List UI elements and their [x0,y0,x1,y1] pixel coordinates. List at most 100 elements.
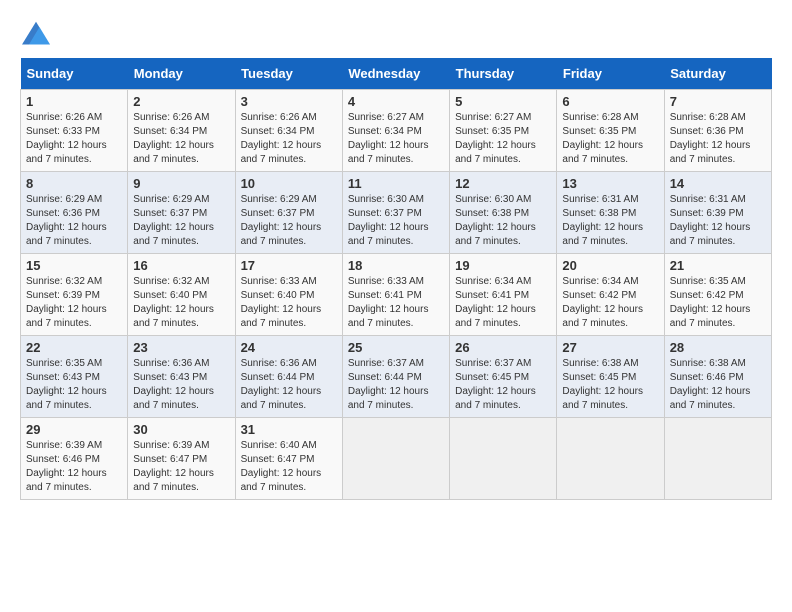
day-info: Sunrise: 6:30 AMSunset: 6:38 PMDaylight:… [455,194,536,247]
day-number: 11 [348,176,444,191]
calendar-table: SundayMondayTuesdayWednesdayThursdayFrid… [20,58,772,500]
calendar-cell [557,418,664,500]
day-info: Sunrise: 6:31 AMSunset: 6:39 PMDaylight:… [670,194,751,247]
day-info: Sunrise: 6:29 AMSunset: 6:36 PMDaylight:… [26,194,107,247]
day-info: Sunrise: 6:31 AMSunset: 6:38 PMDaylight:… [562,194,643,247]
day-info: Sunrise: 6:38 AMSunset: 6:45 PMDaylight:… [562,358,643,411]
day-number: 23 [133,340,229,355]
calendar-cell: 16 Sunrise: 6:32 AMSunset: 6:40 PMDayligh… [128,254,235,336]
header-cell-tuesday: Tuesday [235,58,342,90]
day-info: Sunrise: 6:39 AMSunset: 6:46 PMDaylight:… [26,440,107,493]
calendar-cell: 24 Sunrise: 6:36 AMSunset: 6:44 PMDayligh… [235,336,342,418]
day-number: 29 [26,422,122,437]
calendar-week-5: 29 Sunrise: 6:39 AMSunset: 6:46 PMDayligh… [21,418,772,500]
day-number: 25 [348,340,444,355]
calendar-cell: 31 Sunrise: 6:40 AMSunset: 6:47 PMDayligh… [235,418,342,500]
calendar-cell: 30 Sunrise: 6:39 AMSunset: 6:47 PMDayligh… [128,418,235,500]
day-info: Sunrise: 6:37 AMSunset: 6:45 PMDaylight:… [455,358,536,411]
calendar-cell: 21 Sunrise: 6:35 AMSunset: 6:42 PMDayligh… [664,254,771,336]
calendar-cell: 23 Sunrise: 6:36 AMSunset: 6:43 PMDayligh… [128,336,235,418]
calendar-cell: 10 Sunrise: 6:29 AMSunset: 6:37 PMDayligh… [235,172,342,254]
day-number: 26 [455,340,551,355]
day-info: Sunrise: 6:34 AMSunset: 6:41 PMDaylight:… [455,276,536,329]
calendar-cell: 22 Sunrise: 6:35 AMSunset: 6:43 PMDayligh… [21,336,128,418]
day-number: 17 [241,258,337,273]
day-info: Sunrise: 6:27 AMSunset: 6:35 PMDaylight:… [455,112,536,165]
day-number: 13 [562,176,658,191]
day-info: Sunrise: 6:39 AMSunset: 6:47 PMDaylight:… [133,440,214,493]
calendar-cell: 7Sunrise: 6:28 AMSunset: 6:36 PMDaylight… [664,90,771,172]
calendar-cell: 2Sunrise: 6:26 AMSunset: 6:34 PMDaylight… [128,90,235,172]
day-info: Sunrise: 6:32 AMSunset: 6:40 PMDaylight:… [133,276,214,329]
header-cell-friday: Friday [557,58,664,90]
calendar-cell: 27 Sunrise: 6:38 AMSunset: 6:45 PMDayligh… [557,336,664,418]
day-number: 12 [455,176,551,191]
calendar-cell: 12 Sunrise: 6:30 AMSunset: 6:38 PMDayligh… [450,172,557,254]
day-number: 16 [133,258,229,273]
day-info: Sunrise: 6:30 AMSunset: 6:37 PMDaylight:… [348,194,429,247]
day-number: 31 [241,422,337,437]
day-info: Sunrise: 6:35 AMSunset: 6:42 PMDaylight:… [670,276,751,329]
day-number: 21 [670,258,766,273]
calendar-cell: 19Sunrise: 6:34 AMSunset: 6:41 PMDayligh… [450,254,557,336]
day-info: Sunrise: 6:29 AMSunset: 6:37 PMDaylight:… [241,194,322,247]
header-cell-thursday: Thursday [450,58,557,90]
calendar-week-3: 15Sunrise: 6:32 AMSunset: 6:39 PMDayligh… [21,254,772,336]
calendar-cell: 5 Sunrise: 6:27 AMSunset: 6:35 PMDaylight… [450,90,557,172]
calendar-cell: 9 Sunrise: 6:29 AMSunset: 6:37 PMDaylight… [128,172,235,254]
day-info: Sunrise: 6:40 AMSunset: 6:47 PMDaylight:… [241,440,322,493]
day-number: 2 [133,94,229,109]
calendar-cell: 15Sunrise: 6:32 AMSunset: 6:39 PMDayligh… [21,254,128,336]
calendar-cell: 28 Sunrise: 6:38 AMSunset: 6:46 PMDayligh… [664,336,771,418]
day-number: 3 [241,94,337,109]
day-number: 27 [562,340,658,355]
day-number: 22 [26,340,122,355]
calendar-cell: 17Sunrise: 6:33 AMSunset: 6:40 PMDayligh… [235,254,342,336]
calendar-body: 1Sunrise: 6:26 AMSunset: 6:33 PMDaylight… [21,90,772,500]
logo-icon [20,20,52,48]
day-number: 5 [455,94,551,109]
logo [20,20,56,48]
day-number: 20 [562,258,658,273]
day-info: Sunrise: 6:28 AMSunset: 6:36 PMDaylight:… [670,112,751,165]
day-info: Sunrise: 6:28 AMSunset: 6:35 PMDaylight:… [562,112,643,165]
calendar-cell [342,418,449,500]
calendar-cell: 14 Sunrise: 6:31 AMSunset: 6:39 PMDayligh… [664,172,771,254]
day-number: 14 [670,176,766,191]
calendar-cell: 3 Sunrise: 6:26 AMSunset: 6:34 PMDaylight… [235,90,342,172]
day-number: 24 [241,340,337,355]
day-info: Sunrise: 6:26 AMSunset: 6:34 PMDaylight:… [241,112,322,165]
calendar-cell: 11 Sunrise: 6:30 AMSunset: 6:37 PMDayligh… [342,172,449,254]
day-info: Sunrise: 6:36 AMSunset: 6:44 PMDaylight:… [241,358,322,411]
day-number: 30 [133,422,229,437]
calendar-cell [450,418,557,500]
calendar-cell: 13 Sunrise: 6:31 AMSunset: 6:38 PMDayligh… [557,172,664,254]
day-number: 6 [562,94,658,109]
day-number: 9 [133,176,229,191]
day-info: Sunrise: 6:34 AMSunset: 6:42 PMDaylight:… [562,276,643,329]
day-number: 8 [26,176,122,191]
day-info: Sunrise: 6:37 AMSunset: 6:44 PMDaylight:… [348,358,429,411]
day-number: 10 [241,176,337,191]
calendar-cell: 29 Sunrise: 6:39 AMSunset: 6:46 PMDayligh… [21,418,128,500]
page-header [20,20,772,48]
day-info: Sunrise: 6:38 AMSunset: 6:46 PMDaylight:… [670,358,751,411]
day-info: Sunrise: 6:32 AMSunset: 6:39 PMDaylight:… [26,276,107,329]
day-info: Sunrise: 6:26 AMSunset: 6:33 PMDaylight:… [26,112,107,165]
day-info: Sunrise: 6:36 AMSunset: 6:43 PMDaylight:… [133,358,214,411]
calendar-week-1: 1Sunrise: 6:26 AMSunset: 6:33 PMDaylight… [21,90,772,172]
calendar-cell: 4Sunrise: 6:27 AMSunset: 6:34 PMDaylight… [342,90,449,172]
day-number: 28 [670,340,766,355]
day-info: Sunrise: 6:35 AMSunset: 6:43 PMDaylight:… [26,358,107,411]
calendar-cell: 26 Sunrise: 6:37 AMSunset: 6:45 PMDayligh… [450,336,557,418]
calendar-cell: 25 Sunrise: 6:37 AMSunset: 6:44 PMDayligh… [342,336,449,418]
calendar-week-4: 22 Sunrise: 6:35 AMSunset: 6:43 PMDayligh… [21,336,772,418]
header-row: SundayMondayTuesdayWednesdayThursdayFrid… [21,58,772,90]
day-info: Sunrise: 6:29 AMSunset: 6:37 PMDaylight:… [133,194,214,247]
header-cell-sunday: Sunday [21,58,128,90]
calendar-cell: 8 Sunrise: 6:29 AMSunset: 6:36 PMDaylight… [21,172,128,254]
header-cell-monday: Monday [128,58,235,90]
calendar-cell: 20 Sunrise: 6:34 AMSunset: 6:42 PMDayligh… [557,254,664,336]
day-info: Sunrise: 6:33 AMSunset: 6:41 PMDaylight:… [348,276,429,329]
calendar-cell [664,418,771,500]
